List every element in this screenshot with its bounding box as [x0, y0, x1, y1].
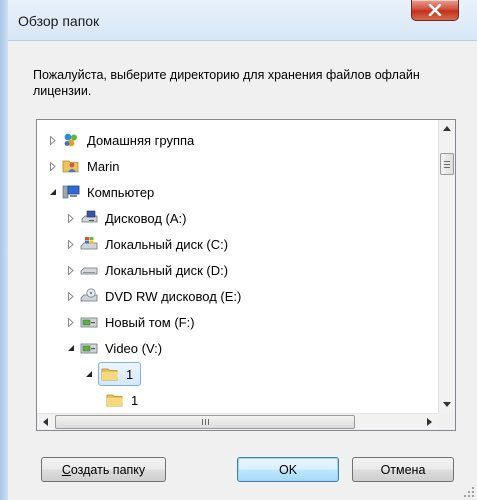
collapsed-arrow-icon[interactable] [66, 317, 76, 327]
tree-item-label: 1 [131, 392, 139, 408]
tree-item-label: Локальный диск (D:) [105, 262, 229, 278]
collapsed-arrow-icon[interactable] [66, 291, 76, 301]
tree-item-folder-1[interactable]: 1 [84, 361, 142, 387]
close-button[interactable] [411, 0, 459, 21]
horizontal-scrollbar[interactable] [37, 413, 439, 430]
arrow-left-icon [43, 418, 48, 426]
scroll-left-button[interactable] [37, 414, 54, 430]
tree-item-drive-e[interactable]: DVD RW дисковод (E:) [66, 283, 244, 309]
tree-item-drive-d[interactable]: Локальный диск (D:) [66, 257, 231, 283]
expanded-arrow-icon[interactable] [48, 187, 58, 197]
removable-drive-icon [80, 314, 98, 330]
tree-item-drive-f[interactable]: Новый том (F:) [66, 309, 198, 335]
collapsed-arrow-icon[interactable] [66, 239, 76, 249]
folder-icon [106, 392, 124, 408]
folder-tree[interactable]: Домашняя группа Marin Компьютер Дисковод… [36, 119, 456, 431]
user-folder-icon [62, 158, 80, 174]
collapsed-arrow-icon[interactable] [48, 161, 58, 171]
tree-item-label: DVD RW дисковод (E:) [105, 288, 242, 304]
tree-item-drive-v[interactable]: Video (V:) [66, 335, 165, 361]
removable-drive-icon [80, 340, 98, 356]
scrollbar-corner [438, 413, 455, 430]
new-folder-accelerator: С [61, 462, 71, 477]
arrow-right-icon [427, 418, 432, 426]
instruction-text: Пожалуйста, выберите директорию для хран… [33, 68, 420, 98]
new-folder-label: оздать папку [70, 462, 146, 477]
tree-item-drive-a[interactable]: Дисковод (A:) [66, 205, 189, 231]
hard-drive-icon [80, 262, 98, 278]
resize-grip-icon[interactable] [463, 486, 475, 498]
tree-item-computer[interactable]: Компьютер [48, 179, 157, 205]
dialog-body: Пожалуйста, выберите директорию для хран… [8, 41, 477, 500]
collapsed-arrow-icon[interactable] [66, 213, 76, 223]
window-frame-left [0, 0, 8, 500]
tree-item-label: Локальный диск (C:) [105, 236, 229, 252]
tree-item-label: Домашняя группа [87, 132, 195, 148]
scroll-right-button[interactable] [421, 414, 438, 430]
expanded-arrow-icon[interactable] [84, 369, 94, 379]
expanded-arrow-icon[interactable] [66, 343, 76, 353]
vertical-scrollbar[interactable] [438, 120, 455, 413]
collapsed-arrow-icon[interactable] [66, 265, 76, 275]
folder-tree-items: Домашняя группа Marin Компьютер Дисковод… [37, 124, 437, 414]
ok-button[interactable]: OK [237, 457, 339, 482]
folder-icon [101, 366, 119, 382]
tree-item-marin[interactable]: Marin [48, 153, 123, 179]
scroll-up-button[interactable] [439, 120, 455, 137]
new-folder-button[interactable]: Создать папку [41, 457, 166, 482]
window-title: Обзор папок [18, 13, 100, 29]
tree-item-folder-1-child[interactable]: 1 [106, 387, 141, 413]
vertical-scroll-thumb[interactable] [440, 153, 454, 175]
tree-item-homegroup[interactable]: Домашняя группа [48, 127, 197, 153]
title-bar[interactable]: Обзор папок [8, 0, 477, 41]
tree-item-label: 1 [126, 366, 134, 382]
floppy-drive-icon [80, 210, 98, 226]
tree-item-label: Video (V:) [105, 340, 163, 356]
dvd-drive-icon [80, 288, 98, 304]
horizontal-scroll-thumb[interactable] [55, 415, 355, 429]
close-icon [428, 4, 442, 16]
scroll-down-button[interactable] [439, 396, 455, 413]
tree-item-label: Marin [87, 158, 120, 174]
cancel-button[interactable]: Отмена [352, 457, 454, 482]
homegroup-icon [62, 132, 80, 148]
tree-item-label: Компьютер [87, 184, 155, 200]
tree-item-label: Дисковод (A:) [105, 210, 187, 226]
tree-item-drive-c[interactable]: Локальный диск (C:) [66, 231, 231, 257]
arrow-up-icon [443, 126, 451, 131]
selection-highlight: 1 [98, 362, 142, 386]
system-drive-icon [80, 236, 98, 252]
arrow-down-icon [443, 402, 451, 407]
tree-item-label: Новый том (F:) [105, 314, 195, 330]
collapsed-arrow-icon[interactable] [48, 135, 58, 145]
computer-icon [62, 184, 80, 200]
